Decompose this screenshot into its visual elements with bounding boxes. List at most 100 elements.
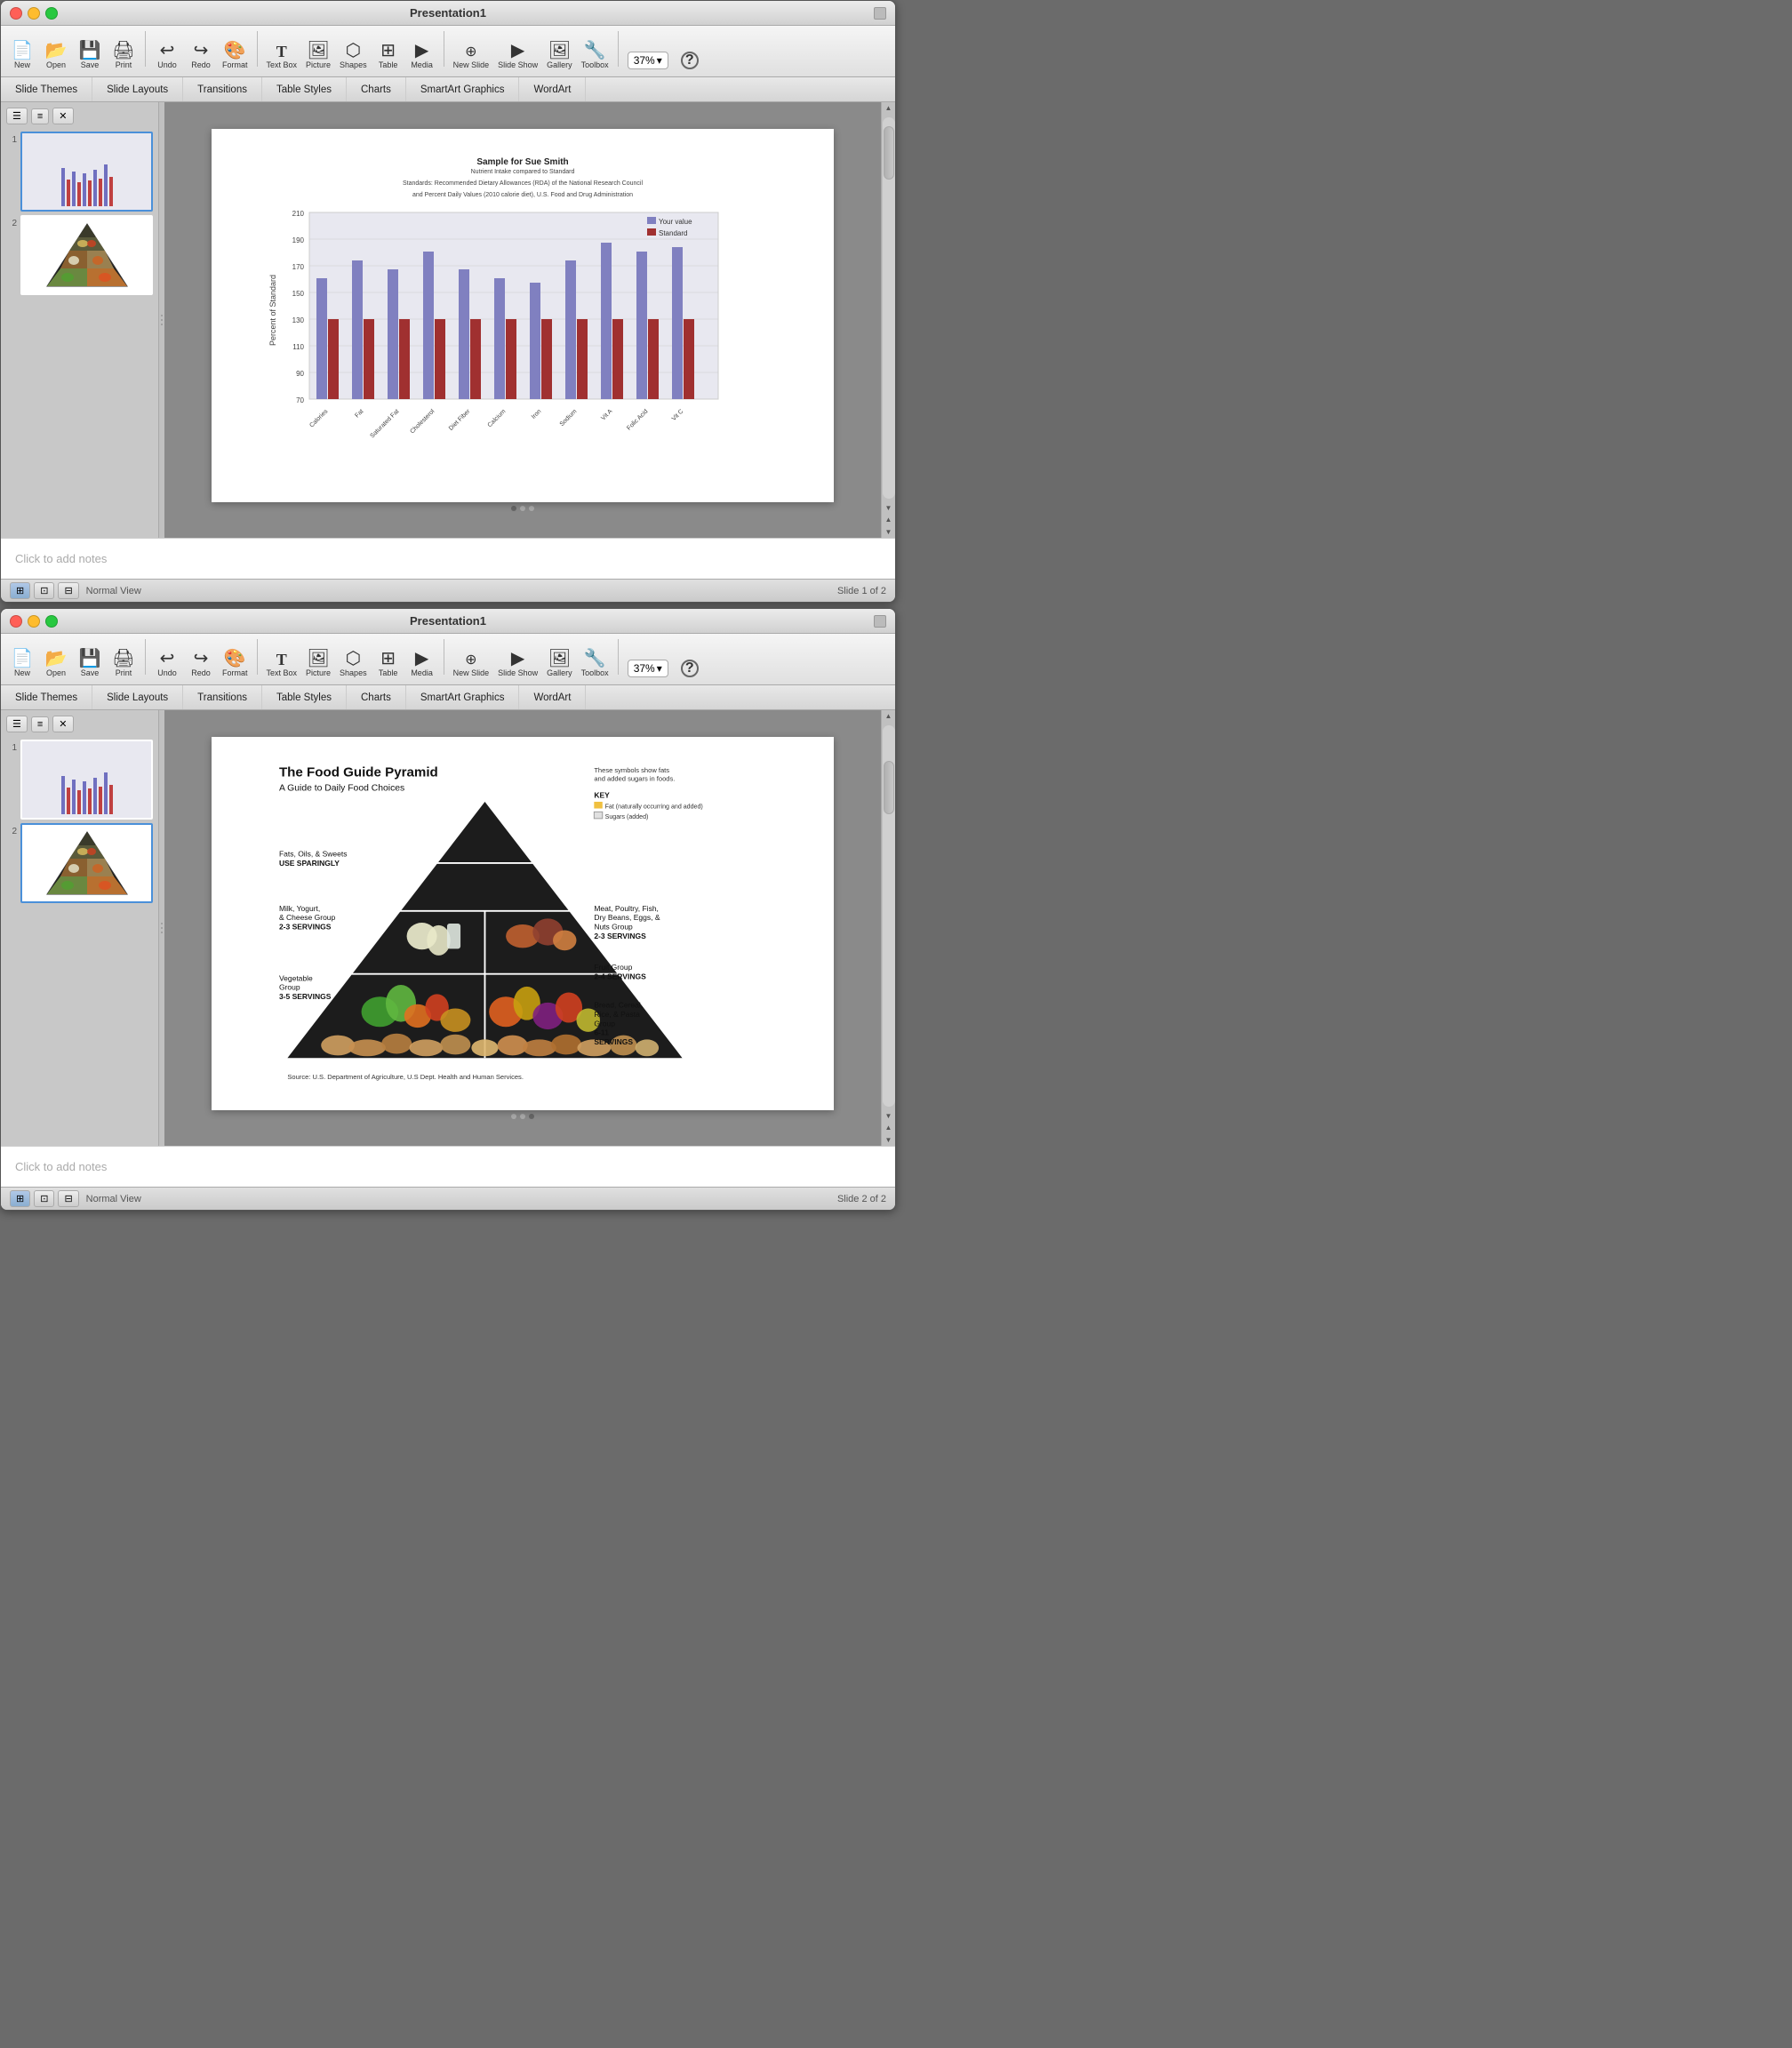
open-button-2[interactable]: 📂 Open <box>40 648 72 679</box>
tab-table-styles-2[interactable]: Table Styles <box>262 685 347 709</box>
redo-icon: ↪ <box>194 42 209 60</box>
print-button[interactable]: 🖨 Print <box>108 40 140 71</box>
close-panel-btn-1[interactable]: ✕ <box>52 108 73 124</box>
zoom-control[interactable]: 37% ▾ <box>628 52 668 69</box>
scroll-down-mini-1[interactable]: ▼ <box>884 526 894 538</box>
notes-area-1[interactable]: Click to add notes <box>1 538 895 579</box>
picture-button-2[interactable]: 🖼 Picture <box>302 648 334 679</box>
tab-wordart-2[interactable]: WordArt <box>519 685 586 709</box>
tab-slide-themes-2[interactable]: Slide Themes <box>1 685 92 709</box>
play-view-btn-2[interactable]: ⊟ <box>58 1190 78 1207</box>
minimize-button-1[interactable] <box>28 7 40 20</box>
print-button-2[interactable]: 🖨 Print <box>108 648 140 679</box>
scroll-up-2[interactable]: ▲ <box>884 710 894 722</box>
scroll-down-mini-2[interactable]: ▼ <box>884 1134 894 1146</box>
normal-view-btn-1[interactable]: ⊞ <box>10 582 30 599</box>
zoom-button-2[interactable]: 37% ▾ <box>624 658 672 679</box>
scroll-up-1[interactable]: ▲ <box>884 102 894 114</box>
shapes-button-2[interactable]: ⬡ Shapes <box>336 648 371 679</box>
textbox-button-2[interactable]: T Text Box <box>263 650 301 679</box>
format-button[interactable]: 🎨 Format <box>219 40 252 71</box>
tab-slide-layouts-2[interactable]: Slide Layouts <box>92 685 183 709</box>
slide-canvas-2[interactable]: The Food Guide Pyramid A Guide to Daily … <box>212 737 834 1110</box>
status-bar-1: ⊞ ⊡ ⊟ Normal View Slide 1 of 2 <box>1 579 895 602</box>
close-button-1[interactable] <box>10 7 22 20</box>
tab-table-styles-1[interactable]: Table Styles <box>262 77 347 101</box>
close-panel-btn-2[interactable]: ✕ <box>52 716 73 732</box>
scrollbar-thumb-1[interactable] <box>884 126 894 180</box>
newslide-button[interactable]: ⊕ New Slide <box>450 44 493 71</box>
slideshow-button-2[interactable]: ▶ Slide Show <box>494 648 541 679</box>
toolbox-button[interactable]: 🔧 Toolbox <box>578 40 612 71</box>
slide-canvas-1[interactable]: Sample for Sue Smith Nutrient Intake com… <box>212 129 834 502</box>
undo-button[interactable]: ↩ Undo <box>151 40 183 71</box>
zoom-control-2[interactable]: 37% ▾ <box>628 660 668 677</box>
slide-2-thumb-2[interactable] <box>20 823 153 903</box>
scroll-up-mini-2[interactable]: ▲ <box>884 1122 894 1133</box>
grid-view-btn-2[interactable]: ⊡ <box>34 1190 54 1207</box>
textbox-icon: T <box>276 44 287 60</box>
table-button-2[interactable]: ⊞ Table <box>372 648 404 679</box>
maximize-button-2[interactable] <box>45 615 58 628</box>
minimize-button-2[interactable] <box>28 615 40 628</box>
scrollbar-track-2[interactable] <box>883 725 895 1107</box>
help-button-2[interactable]: ? <box>674 658 706 679</box>
scroll-down-2[interactable]: ▼ <box>884 1110 894 1122</box>
tab-smartart-2[interactable]: SmartArt Graphics <box>406 685 520 709</box>
scroll-up-mini-1[interactable]: ▲ <box>884 514 894 525</box>
new-button[interactable]: 📄 New <box>6 40 38 71</box>
format-button-2[interactable]: 🎨 Format <box>219 648 252 679</box>
redo-button-2[interactable]: ↪ Redo <box>185 648 217 679</box>
slideshow-button[interactable]: ▶ Slide Show <box>494 40 541 71</box>
tab-slide-themes-1[interactable]: Slide Themes <box>1 77 92 101</box>
normal-view-btn-2[interactable]: ⊞ <box>10 1190 30 1207</box>
tab-slide-layouts-1[interactable]: Slide Layouts <box>92 77 183 101</box>
media-button-2[interactable]: ▶ Media <box>406 648 438 679</box>
tab-charts-2[interactable]: Charts <box>347 685 406 709</box>
media-button[interactable]: ▶ Media <box>406 40 438 71</box>
textbox-button[interactable]: T Text Box <box>263 42 301 71</box>
tab-wordart-1[interactable]: WordArt <box>519 77 586 101</box>
redo-button[interactable]: ↪ Redo <box>185 40 217 71</box>
slide-1-thumb-2[interactable] <box>20 740 153 820</box>
scrollbar-track-1[interactable] <box>883 117 895 499</box>
slide-view-btn-2[interactable]: ☰ <box>6 716 28 732</box>
gallery-button-2[interactable]: 🖼 Gallery <box>543 648 576 679</box>
title-bar-right-1 <box>874 7 886 20</box>
outline-view-btn-1[interactable]: ≡ <box>31 108 49 124</box>
undo-icon: ↩ <box>160 42 175 60</box>
tab-transitions-1[interactable]: Transitions <box>183 77 262 101</box>
bar-chart-svg: 210 190 170 150 130 110 90 70 Percent of… <box>243 204 803 452</box>
toolbox-button-2[interactable]: 🔧 Toolbox <box>578 648 612 679</box>
picture-button[interactable]: 🖼 Picture <box>302 40 334 71</box>
grid-view-btn-1[interactable]: ⊡ <box>34 582 54 599</box>
save-button[interactable]: 💾 Save <box>74 40 106 71</box>
svg-text:150: 150 <box>292 290 305 298</box>
slide-1-thumb-container: 1 <box>6 132 153 212</box>
scrollbar-thumb-2[interactable] <box>884 761 894 814</box>
maximize-button-1[interactable] <box>45 7 58 20</box>
slide-2-thumb[interactable] <box>20 215 153 295</box>
zoom-button[interactable]: 37% ▾ <box>624 50 672 71</box>
play-view-btn-1[interactable]: ⊟ <box>58 582 78 599</box>
resize-button-2[interactable] <box>874 615 886 628</box>
undo-button-2[interactable]: ↩ Undo <box>151 648 183 679</box>
save-button-2[interactable]: 💾 Save <box>74 648 106 679</box>
new-button-2[interactable]: 📄 New <box>6 648 38 679</box>
slide-view-btn-1[interactable]: ☰ <box>6 108 28 124</box>
tab-smartart-1[interactable]: SmartArt Graphics <box>406 77 520 101</box>
gallery-button[interactable]: 🖼 Gallery <box>543 40 576 71</box>
scroll-down-1[interactable]: ▼ <box>884 502 894 514</box>
outline-view-btn-2[interactable]: ≡ <box>31 716 49 732</box>
notes-area-2[interactable]: Click to add notes <box>1 1146 895 1187</box>
resize-button-1[interactable] <box>874 7 886 20</box>
newslide-button-2[interactable]: ⊕ New Slide <box>450 652 493 679</box>
open-button[interactable]: 📂 Open <box>40 40 72 71</box>
shapes-button[interactable]: ⬡ Shapes <box>336 40 371 71</box>
tab-transitions-2[interactable]: Transitions <box>183 685 262 709</box>
help-button[interactable]: ? <box>674 50 706 71</box>
table-button[interactable]: ⊞ Table <box>372 40 404 71</box>
tab-charts-1[interactable]: Charts <box>347 77 406 101</box>
close-button-2[interactable] <box>10 615 22 628</box>
slide-1-thumb[interactable] <box>20 132 153 212</box>
